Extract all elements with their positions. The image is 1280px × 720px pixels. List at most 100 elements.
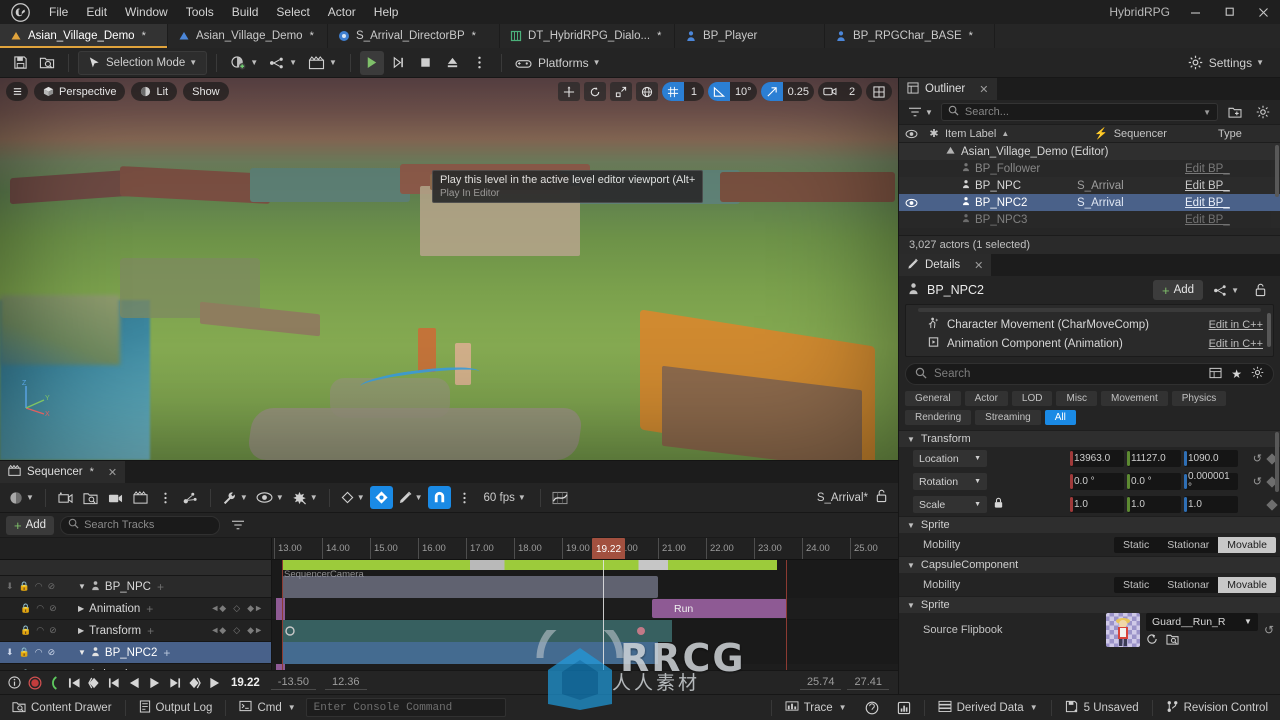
track-toggles[interactable]: ⬇ 🔒 ◠ ⊘: [0, 581, 78, 592]
pin-icon[interactable]: ⬇: [6, 581, 14, 592]
mobility-stationary[interactable]: Stationar: [1158, 577, 1218, 593]
outliner-row-bp-npc[interactable]: BP_NPC S_Arrival Edit BP_: [899, 177, 1280, 194]
scale-y-field[interactable]: 1.0: [1127, 496, 1181, 513]
menu-actor[interactable]: Actor: [319, 2, 365, 22]
favorite-column-icon[interactable]: ✱: [923, 127, 945, 140]
chevron-down-icon[interactable]: ▼: [1203, 108, 1211, 117]
solo-icon[interactable]: ⊘: [48, 581, 56, 592]
framerate-dropdown[interactable]: 60 fps ▼: [478, 486, 532, 509]
playhead-line[interactable]: [603, 560, 604, 670]
component-list[interactable]: Character Movement (CharMoveComp) Edit i…: [905, 304, 1274, 357]
trace-status-icon-2[interactable]: [889, 698, 919, 718]
record-button[interactable]: [26, 674, 43, 692]
visibility-column-icon[interactable]: [899, 129, 923, 139]
add-actor-button[interactable]: ▼: [226, 51, 262, 75]
prev-key-icon[interactable]: ◄◆: [210, 669, 226, 670]
type-column-header[interactable]: Type: [1218, 128, 1280, 140]
step-back-button[interactable]: [106, 674, 123, 692]
solo-icon[interactable]: ⊘: [49, 603, 57, 614]
viewport-options-button[interactable]: [6, 82, 28, 101]
mute-icon[interactable]: ◠: [35, 581, 43, 592]
scale-x-field[interactable]: 1.0: [1070, 496, 1124, 513]
animation-lane-npc[interactable]: Run: [272, 598, 898, 620]
outliner-settings-button[interactable]: [1251, 101, 1274, 124]
jump-to-end-button[interactable]: [206, 674, 223, 692]
key-all-button[interactable]: [369, 486, 393, 509]
add-track-to-object-button[interactable]: +: [163, 646, 170, 660]
mute-icon[interactable]: ◠: [36, 603, 44, 614]
eject-button[interactable]: [441, 51, 465, 75]
expand-arrow-icon[interactable]: ▶: [78, 604, 84, 613]
chip-general[interactable]: General: [905, 391, 961, 406]
expand-arrow-icon[interactable]: ▼: [78, 648, 86, 657]
chip-rendering[interactable]: Rendering: [905, 410, 972, 425]
track-toggles[interactable]: ⬇ 🔒 ◠ ⊘: [0, 647, 78, 658]
minimize-button[interactable]: [1178, 0, 1212, 24]
close-button[interactable]: [1246, 0, 1280, 24]
cmd-dropdown[interactable]: Cmd ▼: [231, 698, 303, 718]
track-toggles[interactable]: 🔒 ◠ ⊘: [0, 603, 78, 614]
chip-lod[interactable]: LOD: [1011, 391, 1053, 406]
menu-edit[interactable]: Edit: [77, 2, 116, 22]
camera-cut-button[interactable]: [104, 486, 127, 509]
reset-icon[interactable]: ↺: [1253, 452, 1262, 465]
lock-icon[interactable]: 🔒: [20, 603, 31, 614]
rotation-label-dropdown[interactable]: Rotation ▼: [913, 473, 987, 490]
section-sprite-1[interactable]: ▼ Sprite: [899, 516, 1280, 533]
outliner-row-bp-npc2[interactable]: BP_NPC2 S_Arrival Edit BP_: [899, 194, 1280, 211]
location-z-field[interactable]: 1090.0: [1184, 450, 1238, 467]
scale-snap-toggle[interactable]: [760, 82, 783, 101]
step-forward-button[interactable]: [166, 674, 183, 692]
clip-handle[interactable]: [276, 598, 285, 620]
scale-z-field[interactable]: 1.0: [1184, 496, 1238, 513]
camera-speed-value[interactable]: 2: [842, 82, 862, 101]
scale-label-dropdown[interactable]: Scale ▼: [913, 496, 987, 513]
tab-bp-rpgchar-base[interactable]: BP_RPGChar_BASE *: [825, 24, 995, 48]
menu-select[interactable]: Select: [267, 2, 318, 22]
add-key-icon[interactable]: ◇: [233, 603, 240, 614]
outliner-row-type[interactable]: Edit BP_: [1185, 180, 1230, 192]
component-list-scrollbar[interactable]: [1267, 313, 1271, 347]
level-viewport[interactable]: Perspective Lit Show 1 10° 0.25 2 Play t…: [0, 78, 898, 460]
previous-key-button[interactable]: [86, 674, 103, 692]
section-transform[interactable]: ▼ Transform: [899, 430, 1280, 447]
source-flipbook-dropdown[interactable]: Guard__Run_R ▼: [1145, 612, 1258, 631]
tab-bp-player[interactable]: BP_Player: [675, 24, 825, 48]
new-folder-button[interactable]: [1223, 101, 1246, 124]
revision-control-button[interactable]: Revision Control: [1158, 698, 1276, 718]
sequencer-column-header[interactable]: ⚡ Sequencer: [1094, 127, 1218, 141]
scale-snap-value[interactable]: 0.25: [783, 82, 814, 101]
snap-magnet-button[interactable]: [427, 486, 451, 509]
grid-snap-toggle[interactable]: [661, 82, 684, 101]
next-key-icon[interactable]: ◆►: [247, 625, 263, 636]
next-key-button[interactable]: [186, 674, 203, 692]
tab-s-arrival-director-bp[interactable]: S_Arrival_DirectorBP *: [328, 24, 500, 48]
transform-lane-npc[interactable]: [282, 620, 672, 642]
reset-icon[interactable]: ↺: [1264, 623, 1276, 637]
gear-icon[interactable]: [1251, 366, 1264, 382]
location-x-field[interactable]: 13963.0: [1070, 450, 1124, 467]
camera-speed-icon[interactable]: [818, 82, 842, 101]
visibility-toggle[interactable]: [899, 198, 923, 208]
track-row-animation-npc2[interactable]: 🔒 ◠ ⊘ ▶ Animation + ◄◆◇◆►: [0, 664, 271, 670]
chip-all[interactable]: All: [1044, 410, 1076, 425]
cinematics-button[interactable]: ▼: [304, 51, 341, 75]
menu-tools[interactable]: Tools: [177, 2, 223, 22]
pin-icon[interactable]: ⬇: [6, 647, 14, 658]
settings-wrench-button[interactable]: ▼: [219, 486, 251, 509]
reset-icon[interactable]: ↺: [1253, 475, 1262, 488]
transform-scale-button[interactable]: [609, 82, 632, 101]
edit-in-cpp-link[interactable]: Edit in C++: [1209, 319, 1263, 331]
transform-move-button[interactable]: [557, 82, 580, 101]
skip-button[interactable]: [387, 51, 411, 75]
platforms-button[interactable]: Platforms ▼: [511, 51, 605, 75]
mobility-movable[interactable]: Movable: [1218, 576, 1276, 593]
trace-button[interactable]: Trace ▼: [777, 698, 855, 718]
tab-sequencer[interactable]: Sequencer * ✕: [0, 461, 126, 483]
track-toggles[interactable]: 🔒 ◠ ⊘: [0, 669, 78, 670]
output-log-button[interactable]: Output Log: [131, 698, 221, 718]
filter-tracks-button[interactable]: [226, 514, 249, 537]
blueprints-button[interactable]: ▼: [265, 51, 301, 75]
animation-lane-npc2[interactable]: [272, 664, 898, 670]
column-view-icon[interactable]: [1209, 367, 1222, 382]
